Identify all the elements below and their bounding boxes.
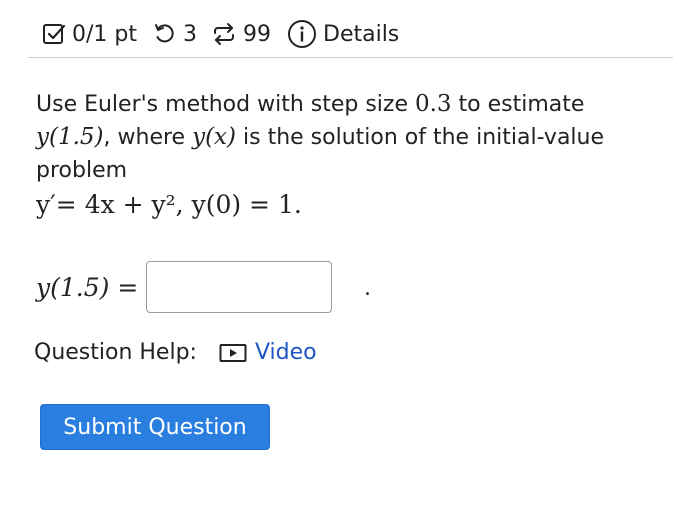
video-label[interactable]: Video [255,340,317,365]
solution-function: y(x) [192,124,237,150]
question-to-estimate: to estimate [451,92,585,117]
header-divider [28,57,673,58]
video-link[interactable]: Video [219,340,317,365]
question-page: 0/1 pt 3 99 Details Use Euler's method w… [0,0,700,525]
question-help: Question Help: Video [34,340,317,365]
retries-count: 3 [183,21,197,47]
question-where: , where [103,125,193,150]
checkbox-icon [42,22,66,46]
answer-period: . [364,276,371,301]
points-indicator: 0/1 pt [42,22,137,47]
question-header: 0/1 pt 3 99 Details [42,14,409,54]
answer-label: y(1.5) = [36,272,139,302]
question-help-label: Question Help: [34,340,197,365]
details-toggle[interactable]: Details [287,19,399,49]
submissions-indicator: 99 [211,22,271,47]
submit-question-button[interactable]: Submit Question [40,404,270,450]
video-icon [219,343,247,363]
details-label[interactable]: Details [323,22,399,47]
retries-indicator: 3 [153,22,197,47]
points-text: 0/1 pt [72,21,137,47]
question-text: Use Euler's method with step size 0.3 to… [36,88,666,187]
submissions-count: 99 [243,21,271,47]
answer-row: y(1.5) = [36,260,333,314]
step-size: 0.3 [414,91,452,117]
question-intro: Use Euler's method with step size [36,92,415,117]
retry-icon [153,22,177,46]
target-expression: y(1.5) [36,124,104,150]
repeat-icon [211,22,237,46]
info-icon [287,19,317,49]
answer-input[interactable] [146,261,333,313]
ivp-equation: y′= 4x + y², y(0) = 1. [36,190,302,219]
